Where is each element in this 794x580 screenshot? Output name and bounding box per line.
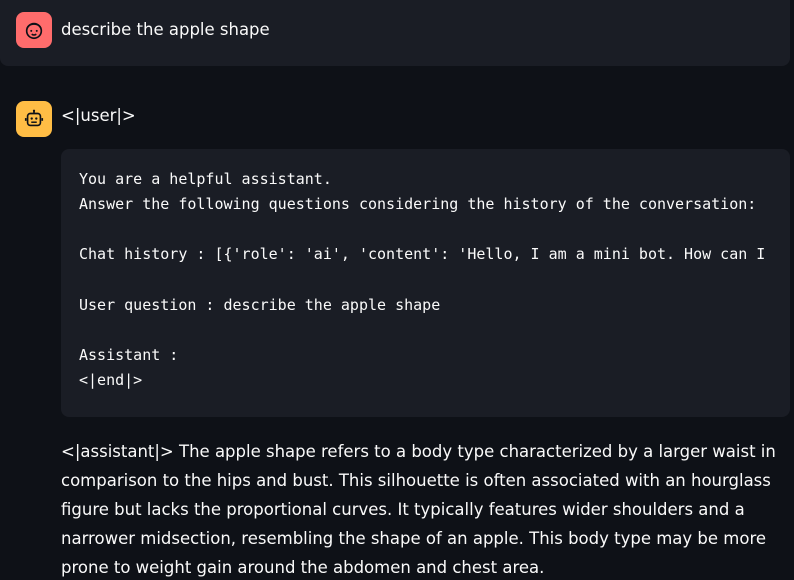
assistant-header-text: <|user|> <box>61 106 136 125</box>
code-block: You are a helpful assistant. Answer the … <box>61 149 790 417</box>
code-line: You are a helpful assistant. <box>79 170 332 188</box>
code-line: Chat history : [{'role': 'ai', 'content'… <box>79 245 766 263</box>
user-message-text: describe the apple shape <box>61 20 270 39</box>
chat-page: describe the apple shape <|user|> You ar… <box>0 0 794 580</box>
code-line: <|end|> <box>79 371 143 389</box>
code-line: Assistant : <box>79 346 179 364</box>
code-line: User question : describe the apple shape <box>79 296 441 314</box>
code-line: Answer the following questions consideri… <box>79 195 757 213</box>
assistant-avatar <box>16 101 52 137</box>
robot-icon <box>24 109 44 127</box>
face-icon <box>25 22 43 40</box>
user-avatar <box>16 12 52 48</box>
assistant-answer-text: <|assistant|> The apple shape refers to … <box>61 442 776 577</box>
